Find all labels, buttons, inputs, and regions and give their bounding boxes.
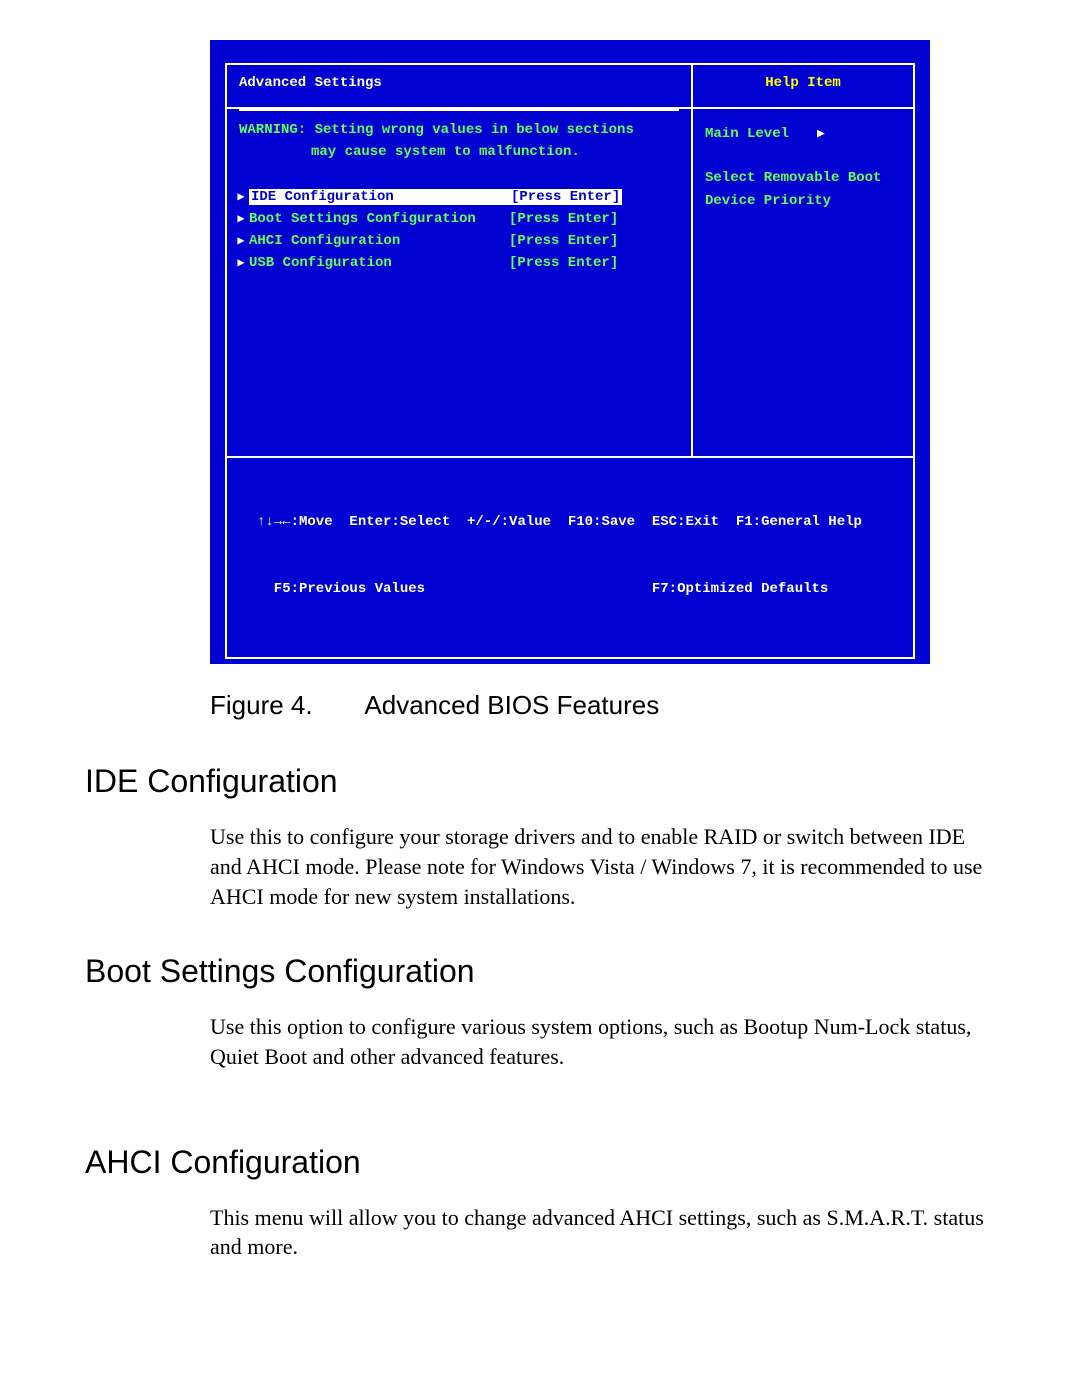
arrow-right-icon: ▶ xyxy=(233,233,249,248)
body-ide: Use this to configure your storage drive… xyxy=(210,822,995,911)
bios-main-panel: Advanced Settings WARNING: Setting wrong… xyxy=(225,63,693,458)
bios-screenshot: Advanced Settings WARNING: Setting wrong… xyxy=(210,40,930,664)
menu-label: AHCI Configuration xyxy=(249,233,509,249)
bios-menu: ▶ IDE Configuration [Press Enter] ▶ Boot… xyxy=(227,168,691,274)
bios-help-mainlevel: Main Level ▶ xyxy=(705,123,903,145)
menu-label: USB Configuration xyxy=(249,255,509,271)
help-text-line1: Select Removable Boot xyxy=(705,167,903,189)
help-mainlevel-label: Main Level xyxy=(705,123,789,145)
footer-line1: ↑↓→←:Move Enter:Select +/-/:Value F10:Sa… xyxy=(257,511,893,533)
arrow-right-icon: ▶ xyxy=(233,189,249,204)
heading-boot: Boot Settings Configuration xyxy=(85,953,1080,990)
figure-caption: Figure 4. Advanced BIOS Features xyxy=(210,690,1080,721)
bios-warning-line1: WARNING: Setting wrong values in below s… xyxy=(239,119,679,141)
bios-help-panel: Help Item Main Level ▶ Select Removable … xyxy=(693,63,915,458)
menu-value: [Press Enter] xyxy=(509,211,618,227)
bios-screen: Advanced Settings WARNING: Setting wrong… xyxy=(210,40,930,664)
menu-value: [Press Enter] xyxy=(509,255,618,271)
bios-menu-item-usb[interactable]: ▶ USB Configuration [Press Enter] xyxy=(233,252,691,274)
arrow-right-icon: ▶ xyxy=(233,255,249,270)
bios-warning-line2: may cause system to malfunction. xyxy=(239,141,679,163)
heading-ide: IDE Configuration xyxy=(85,763,1080,800)
menu-label: Boot Settings Configuration xyxy=(249,211,509,227)
bios-title-left: Advanced Settings xyxy=(227,65,691,109)
bios-footer: ↑↓→←:Move Enter:Select +/-/:Value F10:Sa… xyxy=(225,458,915,659)
arrow-right-icon: ▶ xyxy=(817,124,825,145)
figure-text: Advanced BIOS Features xyxy=(364,690,659,720)
arrow-right-icon: ▶ xyxy=(233,211,249,226)
footer-line2: F5:Previous Values F7:Optimized Defaults xyxy=(257,578,893,600)
bios-menu-item-boot[interactable]: ▶ Boot Settings Configuration [Press Ent… xyxy=(233,208,691,230)
help-text-line2: Device Priority xyxy=(705,190,903,212)
menu-value: [Press Enter] xyxy=(509,189,622,205)
bios-menu-item-ahci[interactable]: ▶ AHCI Configuration [Press Enter] xyxy=(233,230,691,252)
bios-warning: WARNING: Setting wrong values in below s… xyxy=(227,113,691,168)
bios-menu-item-ide[interactable]: ▶ IDE Configuration [Press Enter] xyxy=(233,186,691,208)
menu-label: IDE Configuration xyxy=(249,189,509,205)
body-boot: Use this option to configure various sys… xyxy=(210,1012,995,1071)
bios-title-right: Help Item xyxy=(693,65,913,109)
heading-ahci: AHCI Configuration xyxy=(85,1144,1080,1181)
figure-number: Figure 4. xyxy=(210,690,313,721)
body-ahci: This menu will allow you to change advan… xyxy=(210,1203,995,1262)
menu-value: [Press Enter] xyxy=(509,233,618,249)
